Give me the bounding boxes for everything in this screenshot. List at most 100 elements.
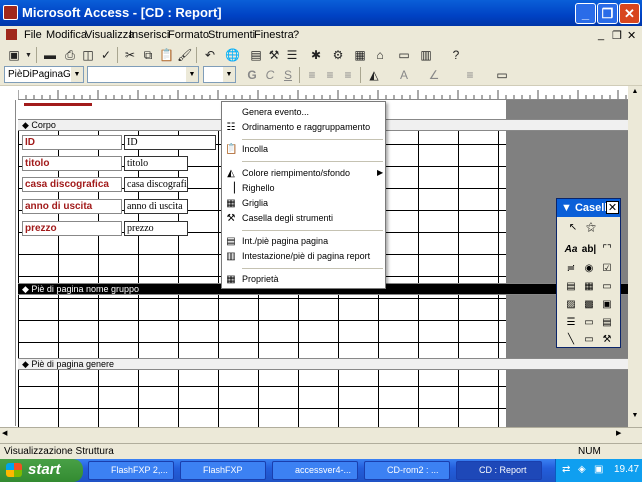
- field-label-titolo[interactable]: titolo: [22, 156, 122, 171]
- field-label-casa-discografica[interactable]: casa discografica: [22, 177, 122, 192]
- menu-file[interactable]: File: [24, 29, 42, 41]
- menu-visualizza[interactable]: Visualizza: [85, 29, 134, 41]
- special-effect-icon[interactable]: ▭: [494, 67, 510, 83]
- rectangle-tool-icon[interactable]: ▭: [581, 332, 597, 348]
- task-flashfxp-2[interactable]: FlashFXP 2,...: [88, 461, 174, 480]
- font-combo[interactable]: ▼: [87, 66, 199, 83]
- field-label-prezzo[interactable]: prezzo: [22, 221, 122, 236]
- unbound-object-icon[interactable]: ▩: [581, 297, 597, 313]
- field-list-icon[interactable]: ▤: [248, 47, 264, 63]
- maximize-button[interactable]: ❐: [597, 3, 618, 24]
- page-break-icon[interactable]: ☰: [563, 315, 579, 331]
- paste-icon[interactable]: 📋: [158, 47, 174, 63]
- field-label-anno-di-uscita[interactable]: anno di uscita: [22, 199, 122, 214]
- auto-format-icon[interactable]: ✱: [308, 47, 324, 63]
- properties-icon[interactable]: ▦: [352, 47, 368, 63]
- new-object-icon[interactable]: ▥: [418, 47, 434, 63]
- close-button[interactable]: ✕: [619, 3, 640, 24]
- combo-box-icon[interactable]: ▤: [563, 279, 579, 295]
- build-icon[interactable]: ⌂: [372, 47, 388, 63]
- line-color-icon[interactable]: ∠: [426, 67, 442, 83]
- field-control-titolo[interactable]: titolo: [124, 156, 188, 171]
- database-window-icon[interactable]: ▭: [396, 47, 412, 63]
- horizontal-scrollbar[interactable]: ◀ ▶: [0, 427, 642, 441]
- tab-control-icon[interactable]: ▭: [581, 315, 597, 331]
- toolbox-close-button[interactable]: ✕: [606, 201, 619, 214]
- toggle-button-icon[interactable]: ≓: [563, 261, 579, 277]
- section-bar-pie-genere[interactable]: ◆ Piè di pagina genere: [18, 358, 630, 370]
- option-group-icon[interactable]: ⌜⌝: [599, 242, 615, 258]
- menu-item-righello[interactable]: Righello: [242, 183, 275, 193]
- select-objects-icon[interactable]: ↖: [565, 220, 581, 236]
- menu-help[interactable]: ?: [293, 29, 299, 41]
- group-header-label[interactable]: [24, 98, 92, 106]
- scroll-right-icon[interactable]: ▶: [616, 429, 621, 437]
- menu-strumenti[interactable]: Strumenti: [208, 29, 255, 41]
- clock[interactable]: 19.47: [614, 464, 639, 475]
- undo-icon[interactable]: ↶: [202, 47, 218, 63]
- copy-icon[interactable]: ⧉: [140, 47, 156, 63]
- option-button-icon[interactable]: ◉: [581, 261, 597, 277]
- bold-button[interactable]: G: [244, 67, 260, 83]
- label-tool-icon[interactable]: Aa: [563, 242, 579, 258]
- format-painter-icon[interactable]: 🖌: [176, 47, 192, 63]
- italic-button[interactable]: C: [262, 67, 278, 83]
- security-icon[interactable]: ◈: [578, 464, 586, 475]
- print-preview-icon[interactable]: ◫: [80, 47, 96, 63]
- field-label-id[interactable]: ID: [22, 135, 122, 150]
- bound-object-icon[interactable]: ▣: [599, 297, 615, 313]
- task-flashfxp[interactable]: FlashFXP: [180, 461, 266, 480]
- sorting-grouping-icon[interactable]: ☰: [284, 47, 300, 63]
- textbox-tool-icon[interactable]: ab|: [581, 242, 597, 258]
- network-icon[interactable]: ⇄: [562, 464, 570, 475]
- print-icon[interactable]: ⎙: [62, 47, 78, 63]
- checkbox-tool-icon[interactable]: ☑: [599, 261, 615, 277]
- minimize-button[interactable]: _: [575, 3, 596, 24]
- more-controls-icon[interactable]: ⚒: [599, 332, 615, 348]
- object-combo[interactable]: PièDiPaginaGru ▼: [4, 66, 84, 83]
- mdi-restore-button[interactable]: ❐: [612, 29, 622, 42]
- align-center-icon[interactable]: ≡: [322, 67, 338, 83]
- toolbox-toggle-icon[interactable]: ⚒: [266, 47, 282, 63]
- vertical-scrollbar[interactable]: ▲ ▼: [628, 86, 642, 427]
- menu-item-ordinamento[interactable]: Ordinamento e raggruppamento: [242, 122, 370, 132]
- view-icon[interactable]: ▣: [6, 47, 22, 63]
- align-right-icon[interactable]: ≡: [340, 67, 356, 83]
- line-tool-icon[interactable]: ╲: [563, 332, 579, 348]
- font-size-combo[interactable]: ▼: [203, 66, 236, 83]
- scroll-left-icon[interactable]: ◀: [2, 429, 7, 437]
- menu-item-int-pie-pagina[interactable]: Int./piè pagina pagina: [242, 236, 328, 246]
- code-icon[interactable]: ⚙: [330, 47, 346, 63]
- mdi-close-button[interactable]: ✕: [627, 29, 636, 42]
- hyperlink-icon[interactable]: 🌐: [224, 47, 240, 63]
- field-control-id[interactable]: ID: [124, 135, 216, 150]
- command-button-icon[interactable]: ▭: [599, 279, 615, 295]
- menu-item-casella-strumenti[interactable]: Casella degli strumenti: [242, 213, 333, 223]
- subform-icon[interactable]: ▤: [599, 315, 615, 331]
- list-box-icon[interactable]: ▦: [581, 279, 597, 295]
- menu-finestra[interactable]: Finestra: [254, 29, 294, 41]
- control-wizard-icon[interactable]: ⚝: [583, 220, 599, 236]
- underline-button[interactable]: S: [280, 67, 296, 83]
- menu-formato[interactable]: Formato: [168, 29, 209, 41]
- line-width-icon[interactable]: ≡: [462, 67, 478, 83]
- task-accessver4[interactable]: accessver4-...: [272, 461, 358, 480]
- mdi-minimize-button[interactable]: _: [598, 29, 604, 41]
- menu-item-genera-evento[interactable]: Genera evento...: [242, 107, 309, 117]
- task-cd-rom2[interactable]: CD-rom2 : ...: [364, 461, 450, 480]
- menu-modifica[interactable]: Modifica: [46, 29, 87, 41]
- menu-item-colore-riempimento[interactable]: Colore riempimento/sfondo: [242, 168, 350, 178]
- menu-item-intestazione-report[interactable]: Intestazione/piè di pagina report: [242, 251, 370, 261]
- menu-item-griglia[interactable]: Griglia: [242, 198, 268, 208]
- cut-icon[interactable]: ✂: [122, 47, 138, 63]
- field-control-anno-di-uscita[interactable]: anno di uscita: [124, 199, 188, 214]
- font-color-icon[interactable]: A: [396, 67, 412, 83]
- menu-inserisci[interactable]: Inserisci: [129, 29, 169, 41]
- menu-item-incolla[interactable]: Incolla: [242, 144, 268, 154]
- save-icon[interactable]: ▬: [42, 47, 58, 63]
- document-icon[interactable]: [6, 29, 17, 40]
- menu-item-proprieta[interactable]: Proprietà: [242, 274, 279, 284]
- help-icon[interactable]: ?: [448, 47, 464, 63]
- view-dropdown-icon[interactable]: ▼: [24, 47, 32, 63]
- spelling-icon[interactable]: ✓: [98, 47, 114, 63]
